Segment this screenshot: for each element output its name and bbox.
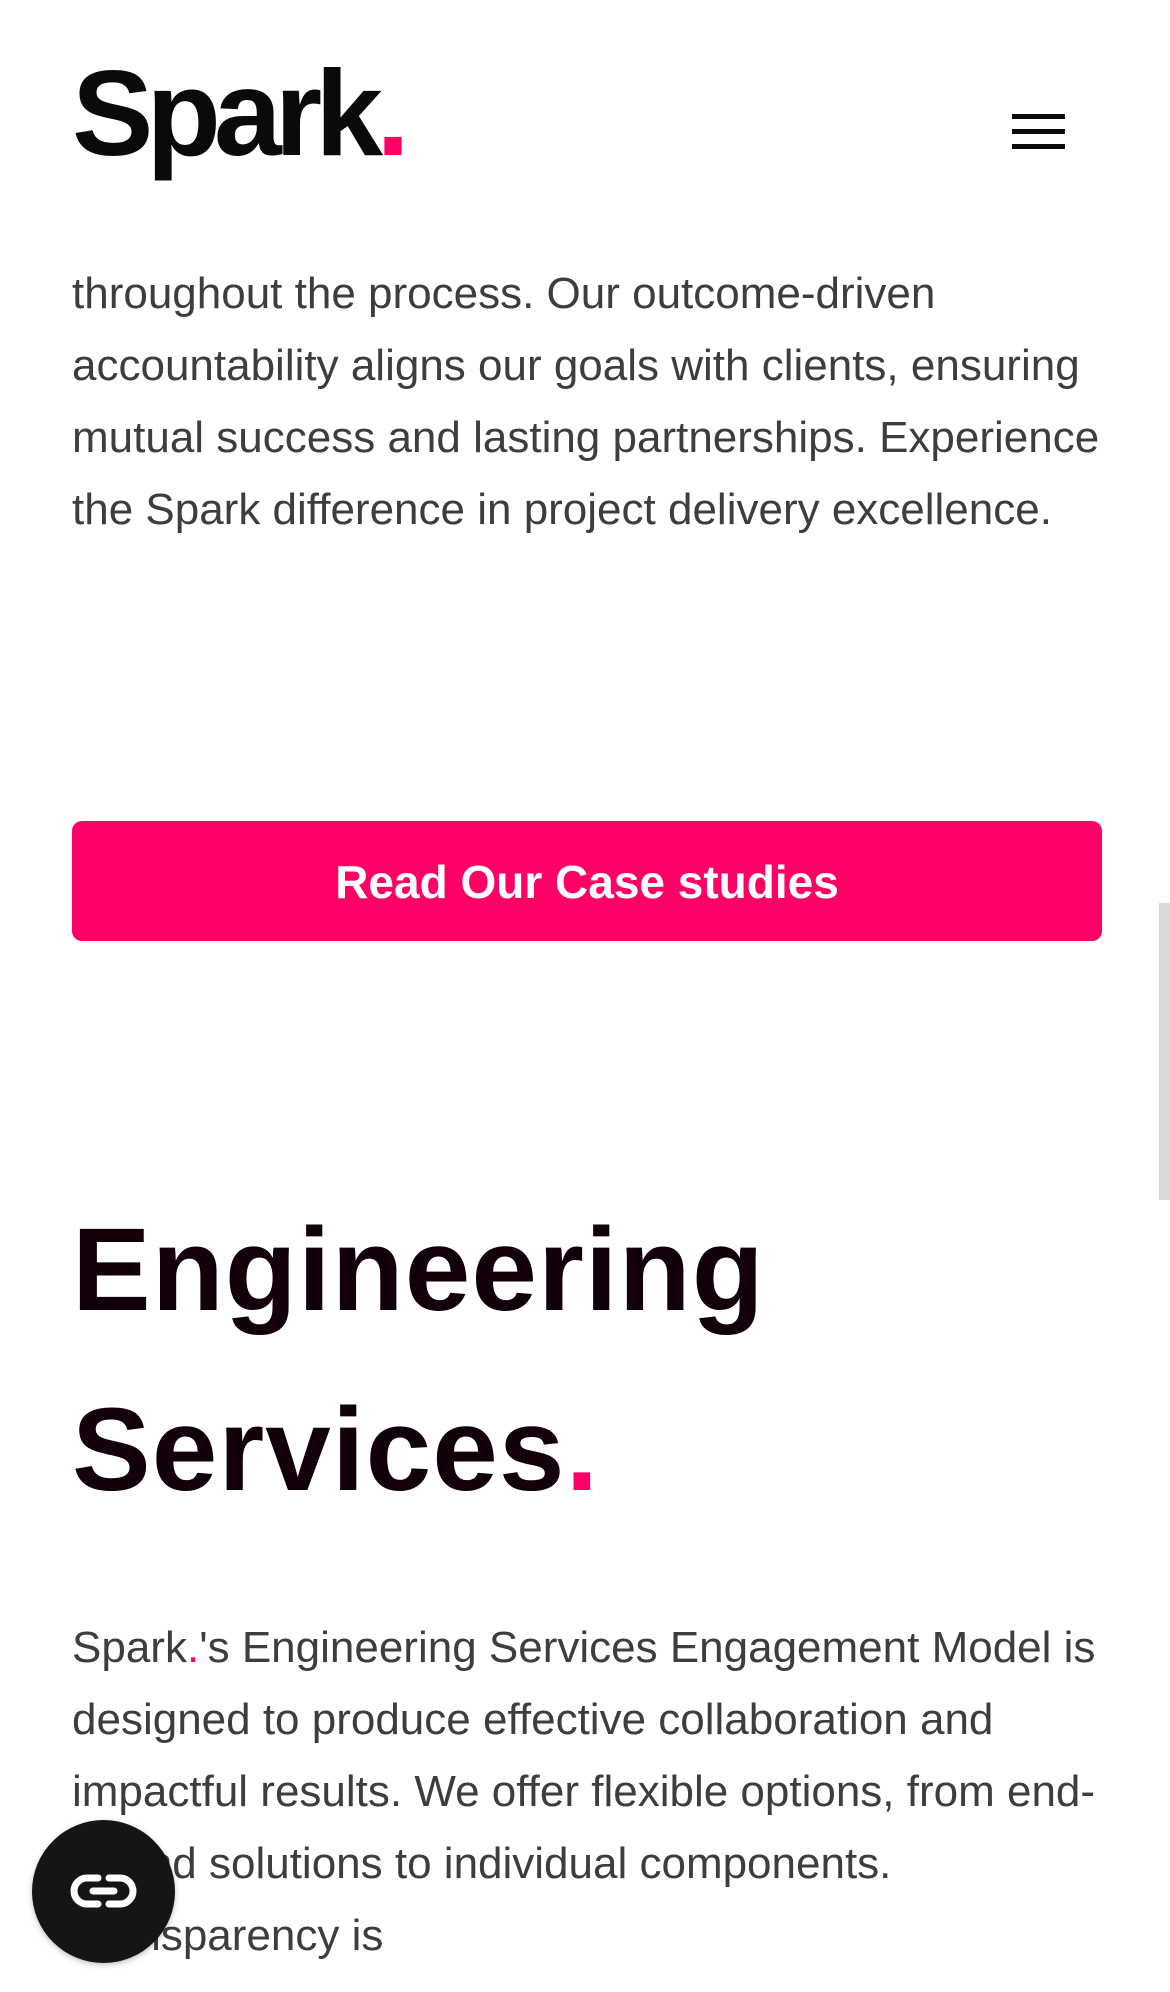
scrollbar-thumb[interactable] <box>1159 903 1170 1200</box>
intro-paragraph: throughout the process. Our outcome-driv… <box>72 269 1100 534</box>
floating-link-button[interactable] <box>32 1820 175 1963</box>
site-header: Spark. <box>0 0 1170 240</box>
hamburger-icon-bar-top <box>1012 114 1065 119</box>
section-title-line-1: Engineering <box>72 1204 765 1336</box>
brand-name: Spark <box>72 1623 187 1672</box>
page: Spark. throughout the process. Our outco… <box>0 0 1170 1992</box>
menu-button[interactable] <box>1000 104 1076 162</box>
section-title: Engineering Services. <box>72 1180 765 1540</box>
link-icon <box>70 1874 137 1908</box>
section-title-word: Services <box>72 1384 566 1516</box>
section-title-line-2: Services. <box>72 1360 765 1540</box>
hamburger-icon-bar-middle <box>1012 129 1065 134</box>
read-case-studies-button[interactable]: Read Our Case studies <box>72 821 1102 941</box>
logo-text: Spark <box>72 45 383 181</box>
logo[interactable]: Spark. <box>72 52 410 174</box>
engineering-paragraph: Spark.'s Engineering Services Engagement… <box>72 1612 1112 1972</box>
section-title-dot: . <box>565 1384 600 1516</box>
hamburger-icon-bar-bottom <box>1012 144 1065 149</box>
brand-dot: . <box>186 1623 200 1672</box>
logo-dot: . <box>376 45 410 181</box>
engineering-paragraph-text: 's Engineering Services Engagement Model… <box>72 1623 1096 1960</box>
